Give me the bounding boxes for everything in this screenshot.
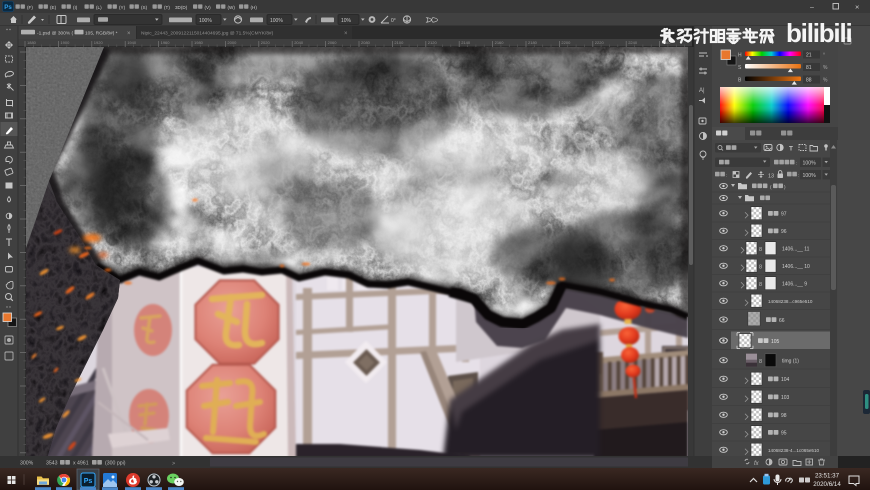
svg-text:A|: A| [699, 88, 705, 94]
svg-text:300%: 300% [20, 461, 34, 467]
svg-text:x 4961: x 4961 [73, 461, 89, 467]
svg-text:2240: 2240 [628, 40, 638, 45]
svg-text:13: 13 [768, 174, 774, 180]
svg-text:(S): (S) [141, 5, 148, 10]
svg-text:2040: 2040 [294, 40, 304, 45]
svg-text:timg (1): timg (1) [782, 359, 799, 365]
svg-text:100%: 100% [803, 173, 817, 179]
svg-text:21: 21 [806, 53, 812, 59]
svg-text:0°: 0° [391, 18, 396, 24]
svg-text:2180: 2180 [528, 40, 538, 45]
svg-text:×: × [855, 3, 859, 12]
svg-text:81: 81 [806, 65, 812, 71]
svg-text:%: % [823, 65, 828, 71]
svg-text:8: 8 [759, 282, 762, 288]
svg-text:%: % [823, 78, 828, 84]
svg-text:(L): (L) [96, 5, 102, 10]
svg-text:(F): (F) [27, 5, 33, 10]
svg-text:14068238-4...1c065e510: 14068238-4...1c065e510 [768, 448, 820, 453]
svg-text:(T): (T) [164, 5, 170, 10]
svg-text:°: ° [823, 53, 825, 59]
svg-text:10%: 10% [341, 18, 352, 24]
svg-text:>: > [172, 461, 175, 467]
svg-text:1940: 1940 [127, 40, 137, 45]
svg-text:×: × [344, 31, 348, 37]
svg-text:T: T [789, 146, 793, 153]
svg-text:105: 105 [771, 339, 780, 345]
svg-text::: : [726, 173, 727, 178]
svg-text:3543: 3543 [46, 461, 58, 467]
svg-text::: : [798, 173, 799, 178]
svg-text:1960: 1960 [161, 40, 171, 45]
svg-text:105, RGB/8#) *: 105, RGB/8#) * [85, 31, 118, 37]
svg-text:8: 8 [759, 359, 762, 365]
svg-text:8: 8 [759, 247, 762, 253]
svg-text:2020/6/14: 2020/6/14 [813, 481, 841, 488]
svg-text:95: 95 [781, 431, 787, 437]
svg-text:88: 88 [806, 78, 812, 84]
svg-text:100%: 100% [270, 18, 283, 24]
svg-text:100%: 100% [803, 160, 817, 166]
svg-text:14068238...c965e510: 14068238...c965e510 [768, 299, 813, 304]
svg-text::: : [796, 161, 797, 166]
svg-text:1900: 1900 [60, 40, 70, 45]
svg-text:Ps: Ps [4, 4, 12, 11]
svg-text:3D(D): 3D(D) [175, 5, 188, 10]
svg-text:1980: 1980 [194, 40, 204, 45]
svg-text:104: 104 [781, 377, 790, 383]
svg-text:-1.psd @ 300% (: -1.psd @ 300% ( [37, 31, 73, 37]
svg-text:1880: 1880 [27, 40, 37, 45]
svg-text:2200: 2200 [561, 40, 571, 45]
svg-text:98: 98 [781, 413, 787, 419]
svg-text:(H): (H) [251, 5, 258, 10]
svg-text:(E): (E) [50, 5, 57, 10]
svg-text:2000: 2000 [227, 40, 237, 45]
svg-text:1406...__ 9: 1406...__ 9 [782, 282, 807, 288]
svg-text:(W): (W) [228, 5, 236, 10]
svg-text:1406...__ 10: 1406...__ 10 [782, 264, 810, 270]
svg-text:2080: 2080 [361, 40, 371, 45]
svg-text:23:51:37: 23:51:37 [815, 473, 840, 480]
svg-text:Ps: Ps [84, 478, 93, 485]
svg-text:97: 97 [781, 212, 787, 218]
svg-text:bilibili: bilibili [786, 18, 852, 48]
svg-text:100%: 100% [199, 18, 212, 24]
svg-text:(Y): (Y) [119, 5, 126, 10]
svg-text:(V): (V) [205, 5, 212, 10]
svg-text:8: 8 [759, 264, 762, 270]
svg-text:2120: 2120 [428, 40, 438, 45]
svg-text:(300 ppi): (300 ppi) [105, 461, 126, 467]
svg-text:2020: 2020 [261, 40, 271, 45]
svg-text:1920: 1920 [94, 40, 104, 45]
svg-text:1406...__ 11: 1406...__ 11 [782, 247, 810, 253]
svg-text:2100: 2100 [394, 40, 404, 45]
svg-text:–: – [810, 4, 814, 11]
svg-text:×: × [127, 31, 131, 37]
svg-text:Nipic_22443_200912211501440469: Nipic_22443_2009122115014404695.jpg @ 71… [141, 31, 274, 37]
svg-text:2220: 2220 [595, 40, 605, 45]
svg-text:(I): (I) [73, 5, 78, 10]
svg-text:H: H [738, 53, 742, 59]
svg-text:2140: 2140 [461, 40, 471, 45]
svg-text:96: 96 [781, 229, 787, 235]
svg-text:2060: 2060 [328, 40, 338, 45]
svg-text:103: 103 [781, 395, 790, 401]
svg-text:2160: 2160 [495, 40, 505, 45]
svg-text:66: 66 [779, 318, 785, 324]
